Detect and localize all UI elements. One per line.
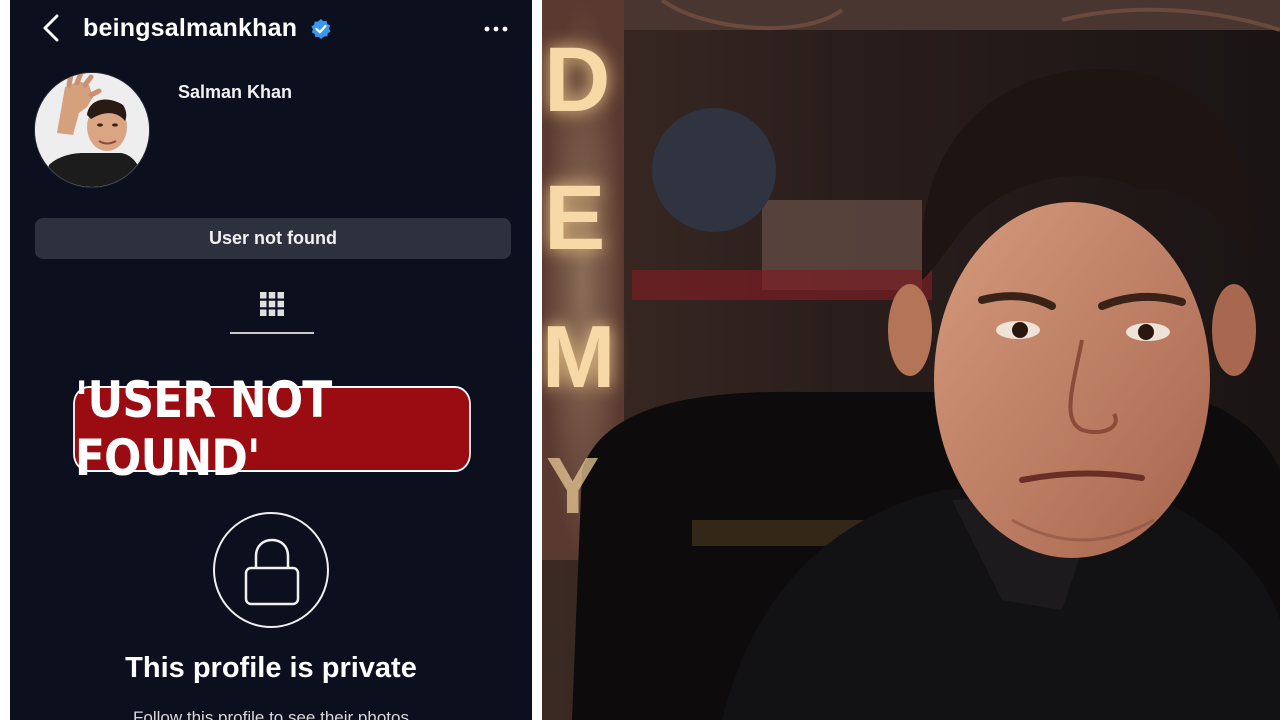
private-lock-badge bbox=[213, 512, 329, 628]
instagram-profile-screen: beingsalmankhan Salman Khan User not fou… bbox=[10, 0, 532, 720]
verified-badge-icon bbox=[311, 19, 331, 39]
sign-letter-e: E bbox=[544, 167, 606, 269]
sign-letter-m: M bbox=[542, 307, 616, 406]
more-dots-icon bbox=[484, 26, 508, 32]
chevron-left-icon bbox=[43, 14, 59, 42]
grid-icon bbox=[260, 292, 284, 316]
active-tab-indicator bbox=[230, 332, 314, 334]
panel-divider bbox=[532, 0, 542, 720]
sign-letter-y: Y bbox=[546, 441, 600, 530]
private-profile-subtitle: Follow this profile to see their photos bbox=[133, 708, 409, 720]
profile-username: beingsalmankhan bbox=[83, 14, 298, 42]
back-button[interactable] bbox=[36, 12, 66, 44]
profile-header: beingsalmankhan bbox=[10, 0, 532, 58]
more-options-button[interactable] bbox=[480, 16, 512, 42]
lock-icon bbox=[244, 538, 300, 606]
photo-illustration bbox=[542, 0, 1280, 720]
user-not-found-button[interactable]: User not found bbox=[35, 218, 511, 259]
tab-posts-grid[interactable] bbox=[230, 286, 314, 334]
profile-display-name: Salman Khan bbox=[178, 82, 293, 102]
news-photo: D E M Y bbox=[542, 0, 1280, 720]
private-profile-title: This profile is private bbox=[125, 652, 417, 684]
sign-letter-d: D bbox=[544, 29, 611, 131]
user-not-found-banner: 'USER NOT FOUND' bbox=[73, 371, 471, 487]
avatar-portrait bbox=[35, 73, 149, 187]
profile-avatar[interactable] bbox=[34, 72, 150, 188]
